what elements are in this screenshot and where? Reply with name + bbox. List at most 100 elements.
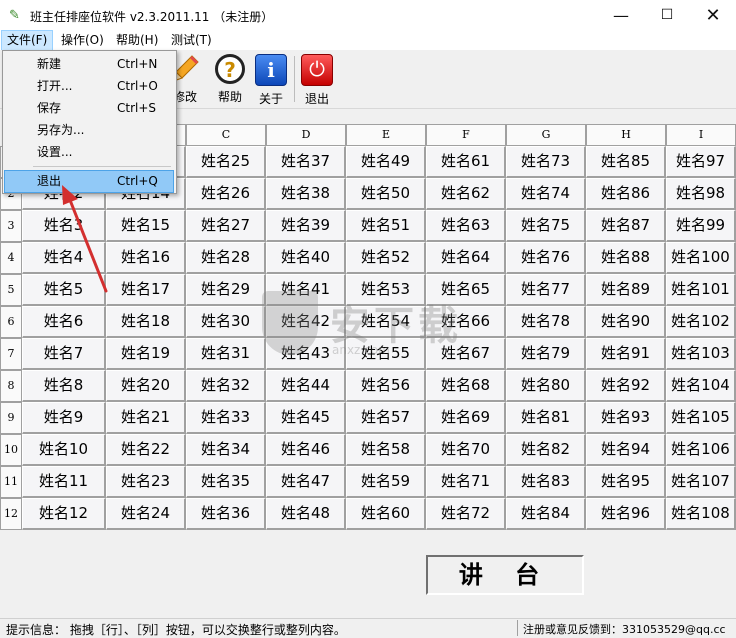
seat-cell[interactable]: 姓名70 [426, 434, 506, 466]
seat-cell[interactable]: 姓名72 [426, 498, 506, 530]
seat-cell[interactable]: 姓名30 [186, 306, 266, 338]
seat-cell[interactable]: 姓名3 [22, 210, 106, 242]
seat-cell[interactable]: 姓名51 [346, 210, 426, 242]
seat-cell[interactable]: 姓名83 [506, 466, 586, 498]
row-header-10[interactable]: 10 [0, 434, 22, 466]
seat-cell[interactable]: 姓名74 [506, 178, 586, 210]
menu-item-save[interactable]: 保存 Ctrl+S [5, 98, 173, 119]
seat-cell[interactable]: 姓名8 [22, 370, 106, 402]
seat-cell[interactable]: 姓名81 [506, 402, 586, 434]
seat-cell[interactable]: 姓名43 [266, 338, 346, 370]
row-header-5[interactable]: 5 [0, 274, 22, 306]
seat-cell[interactable]: 姓名90 [586, 306, 666, 338]
seat-cell[interactable]: 姓名39 [266, 210, 346, 242]
seat-cell[interactable]: 姓名89 [586, 274, 666, 306]
seat-cell[interactable]: 姓名88 [586, 242, 666, 274]
seat-cell[interactable]: 姓名97 [666, 146, 736, 178]
column-header-f[interactable]: F [426, 124, 506, 146]
seat-cell[interactable]: 姓名33 [186, 402, 266, 434]
seat-cell[interactable]: 姓名26 [186, 178, 266, 210]
seat-cell[interactable]: 姓名107 [666, 466, 736, 498]
about-button[interactable]: 关于 [255, 54, 287, 106]
seat-cell[interactable]: 姓名87 [586, 210, 666, 242]
seat-cell[interactable]: 姓名69 [426, 402, 506, 434]
seat-cell[interactable]: 姓名25 [186, 146, 266, 178]
exit-toolbar-button[interactable]: 退出 [301, 54, 333, 106]
seat-cell[interactable]: 姓名75 [506, 210, 586, 242]
seat-cell[interactable]: 姓名79 [506, 338, 586, 370]
row-header-7[interactable]: 7 [0, 338, 22, 370]
column-header-e[interactable]: E [346, 124, 426, 146]
seat-cell[interactable]: 姓名80 [506, 370, 586, 402]
seat-cell[interactable]: 姓名29 [186, 274, 266, 306]
seat-cell[interactable]: 姓名42 [266, 306, 346, 338]
seat-cell[interactable]: 姓名64 [426, 242, 506, 274]
column-header-g[interactable]: G [506, 124, 586, 146]
seat-cell[interactable]: 姓名96 [586, 498, 666, 530]
seat-cell[interactable]: 姓名62 [426, 178, 506, 210]
seat-cell[interactable]: 姓名77 [506, 274, 586, 306]
seat-cell[interactable]: 姓名38 [266, 178, 346, 210]
seat-cell[interactable]: 姓名57 [346, 402, 426, 434]
seat-cell[interactable]: 姓名44 [266, 370, 346, 402]
seat-cell[interactable]: 姓名18 [106, 306, 186, 338]
seat-cell[interactable]: 姓名21 [106, 402, 186, 434]
seat-cell[interactable]: 姓名5 [22, 274, 106, 306]
seat-cell[interactable]: 姓名68 [426, 370, 506, 402]
seat-cell[interactable]: 姓名41 [266, 274, 346, 306]
menu-item-exit[interactable]: 退出 Ctrl+Q [4, 170, 174, 193]
seat-cell[interactable]: 姓名71 [426, 466, 506, 498]
menu-item-open[interactable]: 打开... Ctrl+O [5, 76, 173, 97]
column-header-c[interactable]: C [186, 124, 266, 146]
seat-cell[interactable]: 姓名56 [346, 370, 426, 402]
row-header-12[interactable]: 12 [0, 498, 22, 530]
seat-cell[interactable]: 姓名7 [22, 338, 106, 370]
seat-cell[interactable]: 姓名54 [346, 306, 426, 338]
seat-cell[interactable]: 姓名86 [586, 178, 666, 210]
menu-item-save-as[interactable]: 另存为... [5, 120, 173, 141]
seat-cell[interactable]: 姓名60 [346, 498, 426, 530]
seat-cell[interactable]: 姓名95 [586, 466, 666, 498]
seat-cell[interactable]: 姓名94 [586, 434, 666, 466]
column-header-i[interactable]: I [666, 124, 736, 146]
seat-cell[interactable]: 姓名66 [426, 306, 506, 338]
seat-cell[interactable]: 姓名53 [346, 274, 426, 306]
close-button[interactable]: ✕ [690, 0, 736, 31]
seat-cell[interactable]: 姓名92 [586, 370, 666, 402]
seat-cell[interactable]: 姓名15 [106, 210, 186, 242]
seat-cell[interactable]: 姓名32 [186, 370, 266, 402]
column-header-d[interactable]: D [266, 124, 346, 146]
seat-cell[interactable]: 姓名78 [506, 306, 586, 338]
menu-item-new[interactable]: 新建 Ctrl+N [5, 54, 173, 75]
seat-cell[interactable]: 姓名45 [266, 402, 346, 434]
seat-cell[interactable]: 姓名67 [426, 338, 506, 370]
seat-cell[interactable]: 姓名46 [266, 434, 346, 466]
seat-cell[interactable]: 姓名48 [266, 498, 346, 530]
row-header-3[interactable]: 3 [0, 210, 22, 242]
column-header-h[interactable]: H [586, 124, 666, 146]
seat-cell[interactable]: 姓名40 [266, 242, 346, 274]
seat-cell[interactable]: 姓名99 [666, 210, 736, 242]
seat-cell[interactable]: 姓名59 [346, 466, 426, 498]
seat-cell[interactable]: 姓名31 [186, 338, 266, 370]
seat-cell[interactable]: 姓名73 [506, 146, 586, 178]
seat-cell[interactable]: 姓名12 [22, 498, 106, 530]
maximize-button[interactable]: ☐ [644, 0, 690, 31]
seat-cell[interactable]: 姓名20 [106, 370, 186, 402]
seat-cell[interactable]: 姓名24 [106, 498, 186, 530]
minimize-button[interactable]: — [598, 0, 644, 31]
seat-cell[interactable]: 姓名52 [346, 242, 426, 274]
seat-cell[interactable]: 姓名34 [186, 434, 266, 466]
seat-cell[interactable]: 姓名22 [106, 434, 186, 466]
seat-cell[interactable]: 姓名50 [346, 178, 426, 210]
seat-cell[interactable]: 姓名37 [266, 146, 346, 178]
seat-cell[interactable]: 姓名103 [666, 338, 736, 370]
seat-cell[interactable]: 姓名28 [186, 242, 266, 274]
seat-cell[interactable]: 姓名11 [22, 466, 106, 498]
menu-file[interactable]: 文件(F) [0, 30, 54, 51]
seat-cell[interactable]: 姓名104 [666, 370, 736, 402]
seat-cell[interactable]: 姓名35 [186, 466, 266, 498]
row-header-4[interactable]: 4 [0, 242, 22, 274]
seat-cell[interactable]: 姓名93 [586, 402, 666, 434]
help-toolbar-button[interactable]: 帮助 [214, 54, 246, 106]
